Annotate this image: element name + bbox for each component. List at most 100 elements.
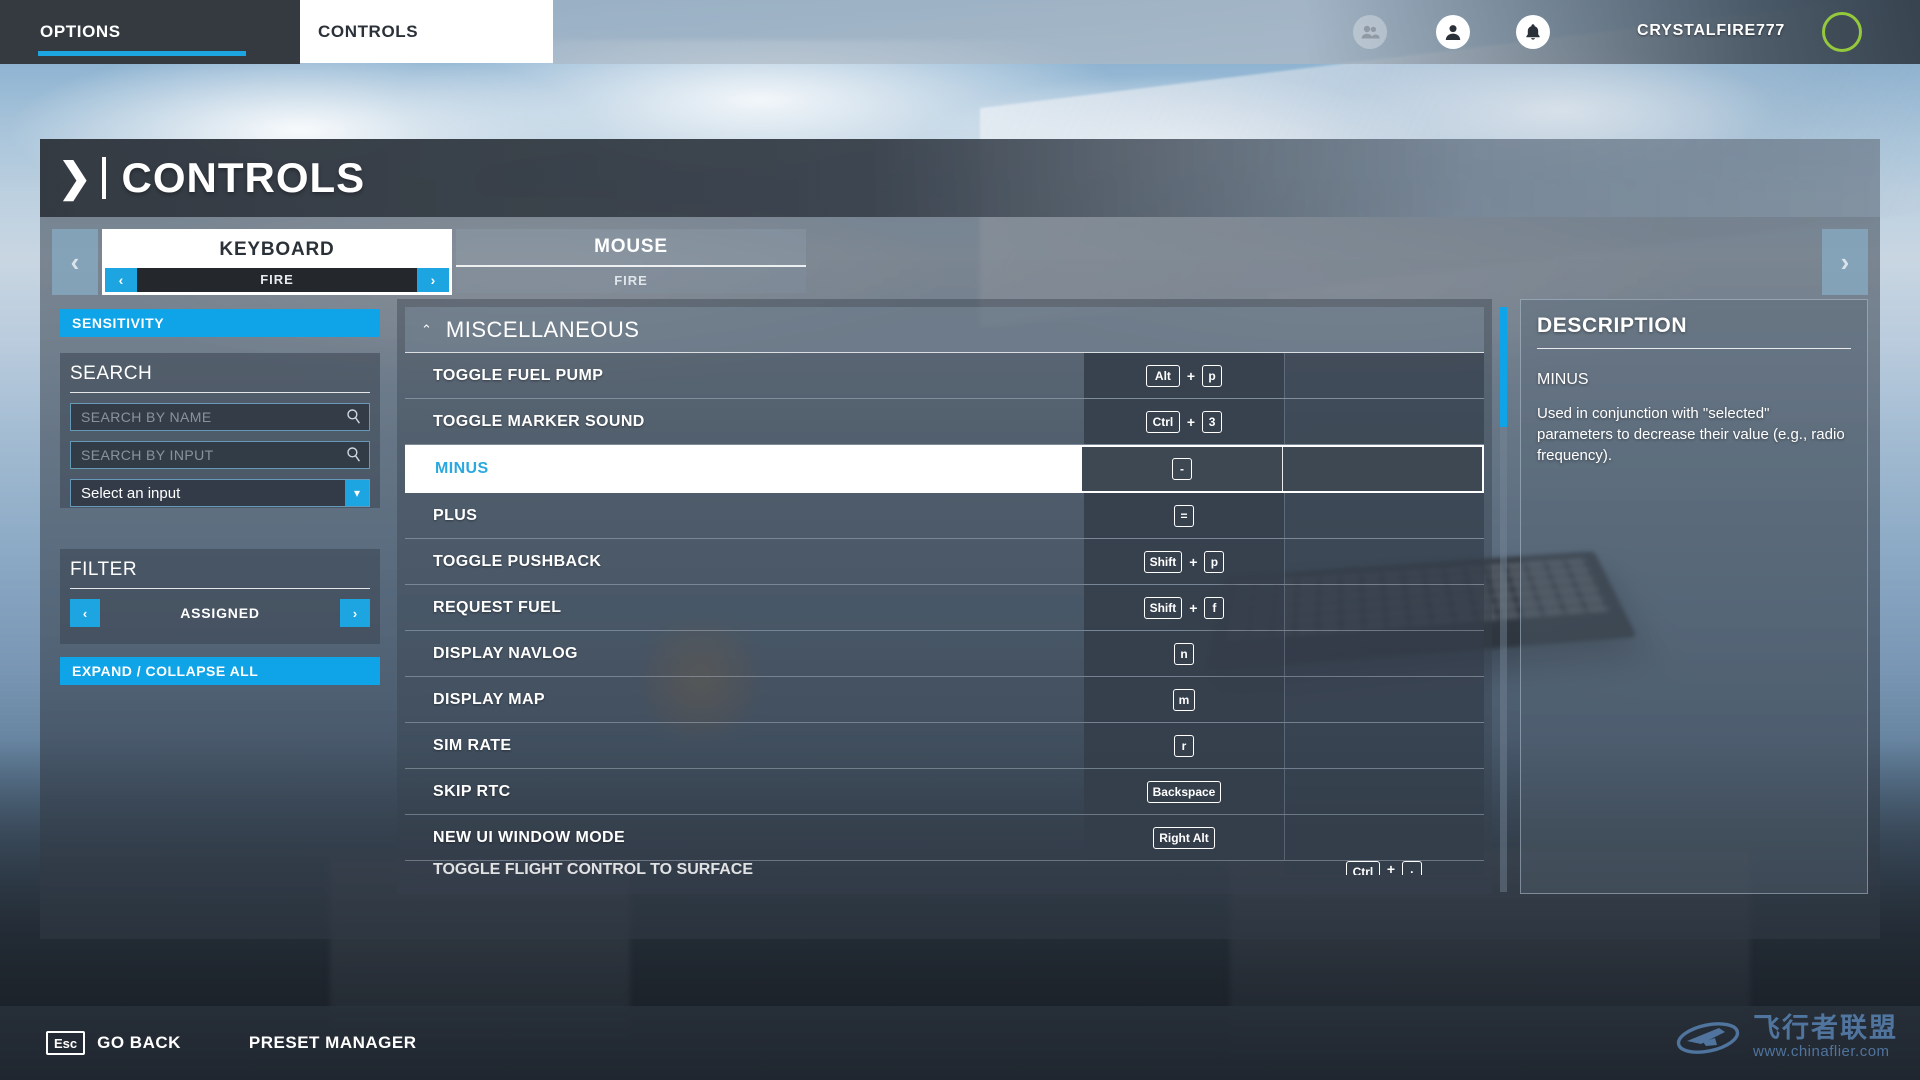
device-tab-mouse[interactable]: MOUSE FIRE: [456, 229, 806, 295]
chevron-down-icon[interactable]: ▾: [345, 480, 369, 506]
binding-secondary[interactable]: [1284, 585, 1484, 630]
sensitivity-button[interactable]: SENSITIVITY: [60, 309, 380, 337]
binding-primary[interactable]: Shift + p: [1084, 539, 1284, 584]
page-title-bar: ❯ CONTROLS: [40, 139, 1880, 217]
keycap: 3: [1202, 410, 1223, 433]
binding-secondary[interactable]: [1284, 399, 1484, 444]
binding-secondary[interactable]: [1284, 723, 1484, 768]
device-prev-button[interactable]: ‹: [52, 229, 98, 295]
binding-primary[interactable]: Alt + p: [1084, 353, 1284, 398]
binding-primary[interactable]: -: [1082, 447, 1282, 491]
table-row[interactable]: DISPLAY NAVLOG n: [405, 631, 1484, 677]
keyboard-preset-selector: ‹ FIRE ›: [105, 267, 449, 292]
tab-options-active-underline: [38, 51, 246, 56]
binding-primary[interactable]: Backspace: [1084, 769, 1284, 814]
binding-primary[interactable]: Shift + f: [1084, 585, 1284, 630]
binding-secondary[interactable]: [1284, 539, 1484, 584]
description-heading: DESCRIPTION: [1537, 314, 1688, 337]
binding-secondary[interactable]: [1284, 353, 1484, 398]
tab-options-label: OPTIONS: [40, 22, 121, 41]
search-icon: [346, 446, 361, 468]
expand-collapse-all-label: EXPAND / COLLAPSE ALL: [72, 663, 259, 679]
filter-prev-button[interactable]: ‹: [70, 599, 100, 627]
keyboard-preset-next[interactable]: ›: [417, 267, 449, 292]
keyboard-preset-prev[interactable]: ‹: [105, 267, 137, 292]
search-by-name-input[interactable]: SEARCH BY NAME: [70, 403, 370, 431]
binding-plus-separator: +: [1186, 367, 1196, 384]
section-header-miscellaneous[interactable]: ⌃ MISCELLANEOUS: [405, 307, 1484, 353]
keycap: Right Alt: [1153, 826, 1215, 849]
clipped-row: TOGGLE FLIGHT CONTROL TO SURFACE Ctrl + ·: [405, 861, 1484, 875]
device-next-button[interactable]: ›: [1822, 229, 1868, 295]
binding-action-name: DISPLAY MAP: [433, 690, 545, 708]
chevron-up-icon: ⌃: [421, 322, 432, 337]
username-label: CRYSTALFIRE777: [1637, 22, 1786, 39]
section-title: MISCELLANEOUS: [445, 316, 640, 342]
search-by-name-placeholder: SEARCH BY NAME: [81, 409, 212, 425]
search-by-input-input[interactable]: SEARCH BY INPUT: [70, 441, 370, 469]
keycap: -: [1172, 458, 1192, 480]
table-row[interactable]: SIM RATE r: [405, 723, 1484, 769]
friends-icon[interactable]: [1353, 15, 1387, 49]
keyboard-preset-name: FIRE: [260, 272, 294, 288]
tab-controls-label: CONTROLS: [318, 21, 419, 41]
table-row[interactable]: REQUEST FUEL Shift + f: [405, 585, 1484, 631]
filter-divider: [70, 588, 370, 589]
keycap: Shift: [1143, 596, 1183, 619]
binding-primary[interactable]: Right Alt: [1084, 815, 1284, 860]
binding-secondary[interactable]: [1284, 769, 1484, 814]
table-row[interactable]: TOGGLE MARKER SOUND Ctrl +3: [405, 399, 1484, 445]
binding-secondary[interactable]: [1284, 815, 1484, 860]
profile-icon[interactable]: [1436, 15, 1470, 49]
chevron-right-icon: ❯: [58, 156, 92, 200]
bell-icon[interactable]: [1516, 15, 1550, 49]
keycap: n: [1174, 642, 1194, 665]
filter-value: ASSIGNED: [180, 605, 260, 621]
sensitivity-label: SENSITIVITY: [72, 315, 165, 331]
avatar[interactable]: [1822, 12, 1862, 52]
binding-plus-separator: +: [1186, 413, 1196, 430]
binding-secondary[interactable]: [1284, 493, 1484, 538]
table-row[interactable]: TOGGLE PUSHBACK Shift + p: [405, 539, 1484, 585]
controls-panel: ❯ CONTROLS ‹ KEYBOARD ‹ FIRE › MOUSE FIR…: [40, 139, 1880, 939]
keycap: f: [1204, 596, 1225, 619]
binding-action-name: NEW UI WINDOW MODE: [433, 828, 626, 846]
binding-secondary[interactable]: [1284, 677, 1484, 722]
keycap: Ctrl: [1145, 410, 1180, 433]
binding-secondary[interactable]: [1284, 631, 1484, 676]
chinaflier-logo-icon: [1676, 1022, 1740, 1054]
select-input-dropdown[interactable]: Select an input ▾: [70, 479, 370, 507]
table-row[interactable]: NEW UI WINDOW MODE Right Alt: [405, 815, 1484, 861]
mouse-preset-selector: FIRE: [456, 267, 806, 293]
list-scrollbar[interactable]: [1500, 307, 1507, 892]
controls-body: SENSITIVITY SEARCH SEARCH BY NAME SEARCH: [52, 299, 1868, 919]
binding-action-name: DISPLAY NAVLOG: [433, 644, 578, 662]
binding-plus-separator: +: [1189, 599, 1198, 616]
list-scrollbar-thumb[interactable]: [1500, 307, 1507, 427]
table-row[interactable]: DISPLAY MAP m: [405, 677, 1484, 723]
binding-primary[interactable]: r: [1084, 723, 1284, 768]
binding-secondary[interactable]: [1282, 447, 1482, 491]
device-tab-keyboard[interactable]: KEYBOARD ‹ FIRE ›: [102, 229, 452, 295]
table-row[interactable]: MINUS -: [405, 445, 1484, 493]
table-row[interactable]: TOGGLE FUEL PUMP Alt + p: [405, 353, 1484, 399]
title-divider: [101, 157, 106, 199]
go-back-button[interactable]: GO BACK: [97, 1033, 181, 1053]
keycap: r: [1174, 734, 1194, 757]
binding-primary[interactable]: n: [1084, 631, 1284, 676]
binding-action-name: MINUS: [435, 460, 489, 477]
table-row[interactable]: SKIP RTC Backspace: [405, 769, 1484, 815]
bindings-list: ⌃ MISCELLANEOUS TOGGLE FUEL PUMP Alt + p TOG…: [397, 299, 1492, 894]
expand-collapse-all-button[interactable]: EXPAND / COLLAPSE ALL: [60, 657, 380, 685]
binding-primary[interactable]: =: [1084, 493, 1284, 538]
table-row[interactable]: PLUS =: [405, 493, 1484, 539]
select-input-value: Select an input: [81, 484, 181, 502]
clipped-row-binding: Ctrl + ·: [1284, 861, 1484, 875]
binding-primary[interactable]: Ctrl +3: [1084, 399, 1284, 444]
page-title: CONTROLS: [121, 154, 366, 201]
filter-next-button[interactable]: ›: [340, 599, 370, 627]
bottom-action-bar: Esc GO BACK PRESET MANAGER 飞行者联盟 www.chi…: [0, 1006, 1920, 1080]
tab-controls[interactable]: CONTROLS: [300, 0, 553, 63]
preset-manager-button[interactable]: PRESET MANAGER: [249, 1033, 417, 1053]
binding-primary[interactable]: m: [1084, 677, 1284, 722]
